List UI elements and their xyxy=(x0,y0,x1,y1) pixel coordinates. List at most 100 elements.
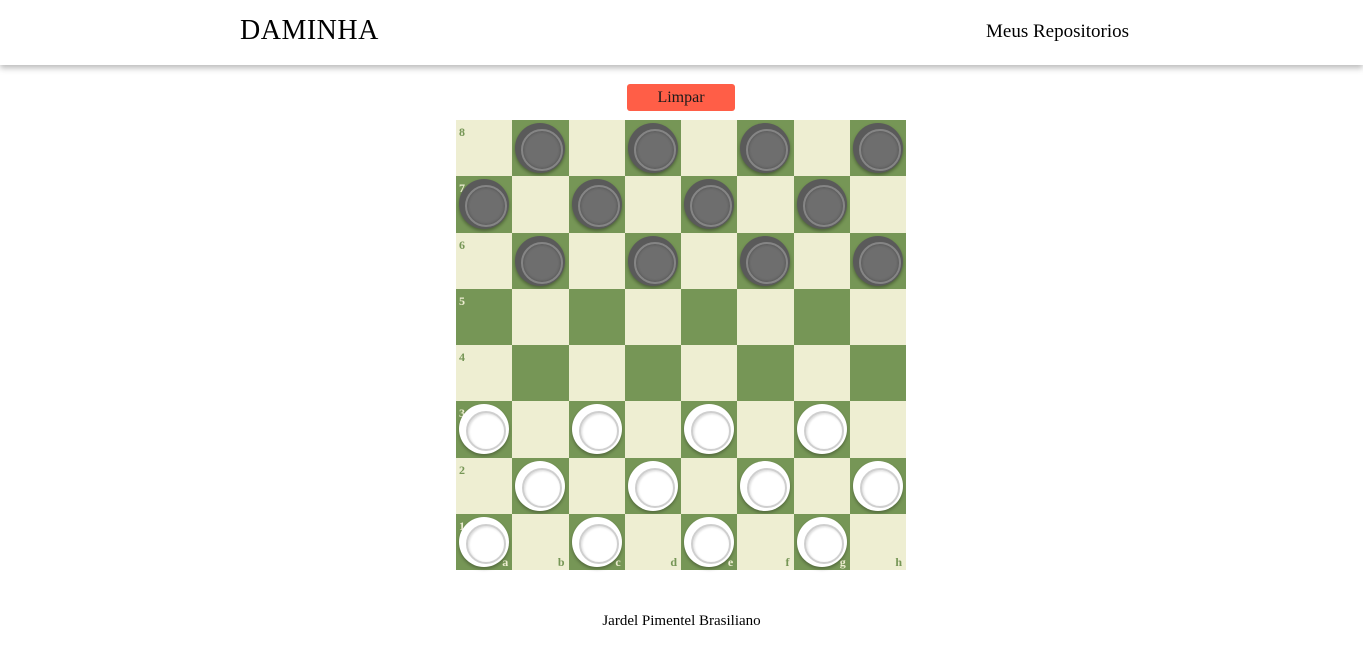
square-a6[interactable]: 6 xyxy=(456,232,513,289)
square-b6[interactable] xyxy=(512,232,569,289)
square-e1[interactable]: e xyxy=(681,513,738,570)
white-checker-piece[interactable] xyxy=(515,460,566,511)
square-g2[interactable] xyxy=(793,457,850,514)
square-h1[interactable]: h xyxy=(849,513,906,570)
square-h4[interactable] xyxy=(849,345,906,402)
file-label: b xyxy=(557,555,565,569)
square-c7[interactable] xyxy=(568,176,625,233)
square-c5[interactable] xyxy=(568,288,625,345)
black-checker-piece[interactable] xyxy=(571,179,622,230)
white-checker-piece[interactable] xyxy=(740,460,791,511)
black-checker-piece[interactable] xyxy=(627,235,678,286)
square-g6[interactable] xyxy=(793,232,850,289)
square-a4[interactable]: 4 xyxy=(456,345,513,402)
rank-label: 5 xyxy=(459,293,465,308)
square-a7[interactable]: 7 xyxy=(456,176,513,233)
square-e2[interactable] xyxy=(681,457,738,514)
square-d5[interactable] xyxy=(624,288,681,345)
square-g5[interactable] xyxy=(793,288,850,345)
white-checker-piece[interactable] xyxy=(796,516,847,567)
square-d7[interactable] xyxy=(624,176,681,233)
square-h2[interactable] xyxy=(849,457,906,514)
rank-label: 4 xyxy=(459,350,465,364)
black-checker-piece[interactable] xyxy=(852,123,903,173)
white-checker-piece[interactable] xyxy=(796,404,847,455)
square-a1[interactable]: 1a xyxy=(456,513,513,570)
square-d8[interactable] xyxy=(624,120,681,177)
square-c4[interactable] xyxy=(568,345,625,402)
square-d2[interactable] xyxy=(624,457,681,514)
square-b4[interactable] xyxy=(512,345,569,402)
square-b8[interactable] xyxy=(512,120,569,177)
footer-author: Jardel Pimentel Brasiliano xyxy=(602,613,761,629)
white-checker-piece[interactable] xyxy=(852,460,903,511)
square-g7[interactable] xyxy=(793,176,850,233)
black-checker-piece[interactable] xyxy=(852,235,903,286)
square-a8[interactable]: 8 xyxy=(456,120,513,177)
square-g1[interactable]: g xyxy=(793,513,850,570)
checkers-board: 8 7 6 5 4 3 2 1a bc d e fg h xyxy=(456,120,906,570)
black-checker-piece[interactable] xyxy=(740,123,791,173)
square-c1[interactable]: c xyxy=(568,513,625,570)
square-h3[interactable] xyxy=(849,401,906,458)
square-h7[interactable] xyxy=(849,176,906,233)
square-e6[interactable] xyxy=(681,232,738,289)
brand-title[interactable]: DAMINHA xyxy=(240,15,379,47)
rank-label: 2 xyxy=(459,462,465,477)
square-f5[interactable] xyxy=(737,288,794,345)
square-b2[interactable] xyxy=(512,457,569,514)
repositories-link[interactable]: Meus Repositorios xyxy=(986,21,1129,43)
file-label: f xyxy=(785,555,790,569)
square-b3[interactable] xyxy=(512,401,569,458)
white-checker-piece[interactable] xyxy=(684,516,734,567)
square-b5[interactable] xyxy=(512,288,569,345)
square-e8[interactable] xyxy=(681,120,738,177)
black-checker-piece[interactable] xyxy=(515,235,566,286)
square-a2[interactable]: 2 xyxy=(456,457,513,514)
square-c8[interactable] xyxy=(568,120,625,177)
square-g3[interactable] xyxy=(793,401,850,458)
black-checker-piece[interactable] xyxy=(684,179,734,230)
square-b7[interactable] xyxy=(512,176,569,233)
square-a3[interactable]: 3 xyxy=(456,401,513,458)
white-checker-piece[interactable] xyxy=(459,404,509,455)
square-b1[interactable]: b xyxy=(512,513,569,570)
square-f2[interactable] xyxy=(737,457,794,514)
square-e5[interactable] xyxy=(681,288,738,345)
square-f6[interactable] xyxy=(737,232,794,289)
black-checker-piece[interactable] xyxy=(796,179,847,230)
rank-label: 8 xyxy=(459,125,465,139)
white-checker-piece[interactable] xyxy=(571,516,622,567)
white-checker-piece[interactable] xyxy=(684,404,734,455)
black-checker-piece[interactable] xyxy=(627,123,678,173)
square-f8[interactable] xyxy=(737,120,794,177)
square-f1[interactable]: f xyxy=(737,513,794,570)
square-f4[interactable] xyxy=(737,345,794,402)
square-c6[interactable] xyxy=(568,232,625,289)
square-f3[interactable] xyxy=(737,401,794,458)
rank-label: 6 xyxy=(459,237,465,252)
black-checker-piece[interactable] xyxy=(740,235,791,286)
square-c2[interactable] xyxy=(568,457,625,514)
white-checker-piece[interactable] xyxy=(571,404,622,455)
square-h8[interactable] xyxy=(849,120,906,177)
square-g4[interactable] xyxy=(793,345,850,402)
black-checker-piece[interactable] xyxy=(459,179,509,230)
square-h6[interactable] xyxy=(849,232,906,289)
square-d4[interactable] xyxy=(624,345,681,402)
white-checker-piece[interactable] xyxy=(627,460,678,511)
square-h5[interactable] xyxy=(849,288,906,345)
black-checker-piece[interactable] xyxy=(515,123,566,173)
square-f7[interactable] xyxy=(737,176,794,233)
square-e7[interactable] xyxy=(681,176,738,233)
square-c3[interactable] xyxy=(568,401,625,458)
white-checker-piece[interactable] xyxy=(459,516,509,567)
square-a5[interactable]: 5 xyxy=(456,288,513,345)
square-d3[interactable] xyxy=(624,401,681,458)
square-e4[interactable] xyxy=(681,345,738,402)
square-e3[interactable] xyxy=(681,401,738,458)
square-g8[interactable] xyxy=(793,120,850,177)
square-d1[interactable]: d xyxy=(624,513,681,570)
clear-button[interactable]: Limpar xyxy=(627,84,735,111)
square-d6[interactable] xyxy=(624,232,681,289)
